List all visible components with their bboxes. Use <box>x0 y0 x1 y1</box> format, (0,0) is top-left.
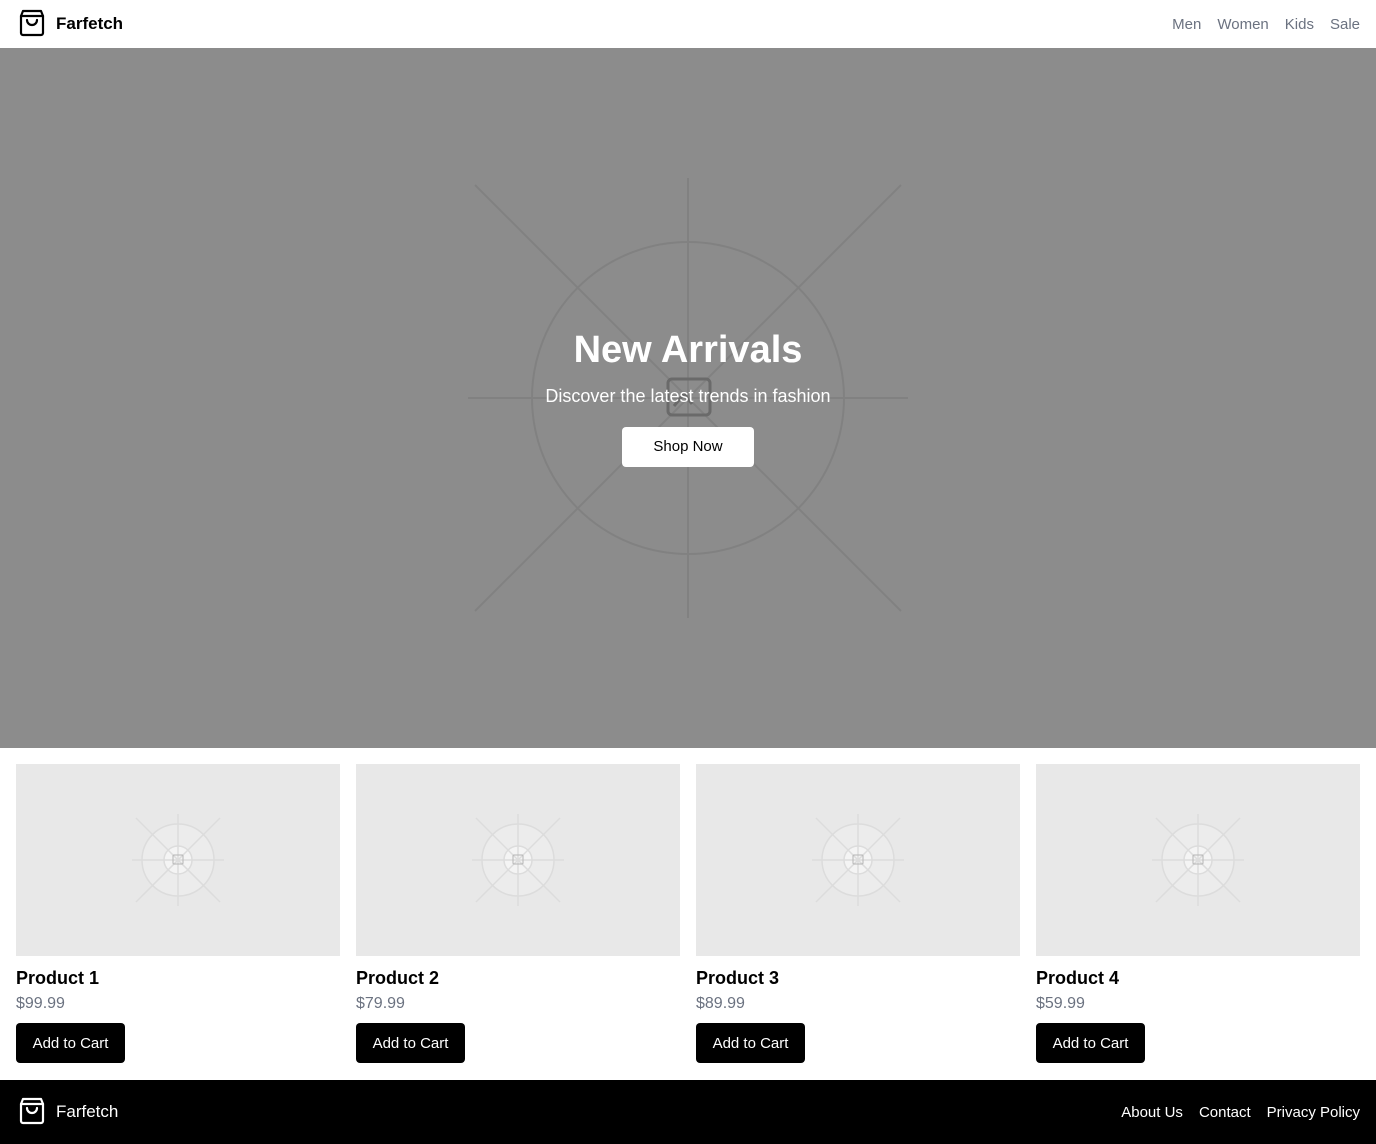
hero-banner: New Arrivals Discover the latest trends … <box>0 48 1376 748</box>
add-to-cart-button[interactable]: Add to Cart <box>696 1023 805 1063</box>
footer-link-contact[interactable]: Contact <box>1199 1104 1251 1121</box>
product-card[interactable]: Product 1 $99.99 Add to Cart <box>16 764 340 1064</box>
product-grid: Product 1 $99.99 Add to Cart Product 2 $… <box>0 748 1376 1080</box>
add-to-cart-button[interactable]: Add to Cart <box>356 1023 465 1063</box>
product-image[interactable] <box>16 764 340 956</box>
product-name[interactable]: Product 2 <box>356 968 680 989</box>
footer-link-about-us[interactable]: About Us <box>1121 1104 1183 1121</box>
site-header: Farfetch Men Women Kids Sale <box>0 0 1376 48</box>
brand[interactable]: Farfetch <box>16 6 123 43</box>
footer-brand-name: Farfetch <box>56 1102 119 1121</box>
brand-name: Farfetch <box>56 14 124 33</box>
shopping-bag-icon <box>16 6 48 43</box>
footer-link-privacy-policy[interactable]: Privacy Policy <box>1267 1104 1360 1121</box>
product-card[interactable]: Product 2 $79.99 Add to Cart <box>356 764 680 1064</box>
image-placeholder-icon <box>132 814 224 906</box>
footer-nav: About Us Contact Privacy Policy <box>1121 1104 1360 1121</box>
image-placeholder-icon <box>472 814 564 906</box>
product-name[interactable]: Product 3 <box>696 968 1020 989</box>
nav-link-women[interactable]: Women <box>1217 16 1268 33</box>
product-price: $79.99 <box>356 995 405 1012</box>
image-placeholder-icon <box>812 814 904 906</box>
shopping-bag-icon <box>16 1094 48 1131</box>
product-price: $89.99 <box>696 995 745 1012</box>
add-to-cart-button[interactable]: Add to Cart <box>16 1023 125 1063</box>
hero-content: New Arrivals Discover the latest trends … <box>0 329 1376 467</box>
footer-brand[interactable]: Farfetch <box>16 1094 118 1131</box>
nav-link-kids[interactable]: Kids <box>1285 16 1314 33</box>
main-nav: Men Women Kids Sale <box>1172 16 1360 33</box>
shop-now-button[interactable]: Shop Now <box>622 426 754 467</box>
hero-subtitle: Discover the latest trends in fashion <box>545 385 831 406</box>
product-price: $99.99 <box>16 995 65 1012</box>
product-name[interactable]: Product 1 <box>16 968 340 989</box>
nav-link-men[interactable]: Men <box>1172 16 1201 33</box>
product-image[interactable] <box>1036 764 1360 956</box>
nav-link-sale[interactable]: Sale <box>1330 16 1360 33</box>
add-to-cart-button[interactable]: Add to Cart <box>1036 1023 1145 1063</box>
product-price: $59.99 <box>1036 995 1085 1012</box>
image-placeholder-icon <box>1152 814 1244 906</box>
product-name[interactable]: Product 4 <box>1036 968 1360 989</box>
product-image[interactable] <box>356 764 680 956</box>
product-image[interactable] <box>696 764 1020 956</box>
hero-title: New Arrivals <box>573 329 803 371</box>
product-card[interactable]: Product 4 $59.99 Add to Cart <box>1036 764 1360 1064</box>
site-footer: Farfetch About Us Contact Privacy Policy <box>0 1080 1376 1144</box>
product-card[interactable]: Product 3 $89.99 Add to Cart <box>696 764 1020 1064</box>
